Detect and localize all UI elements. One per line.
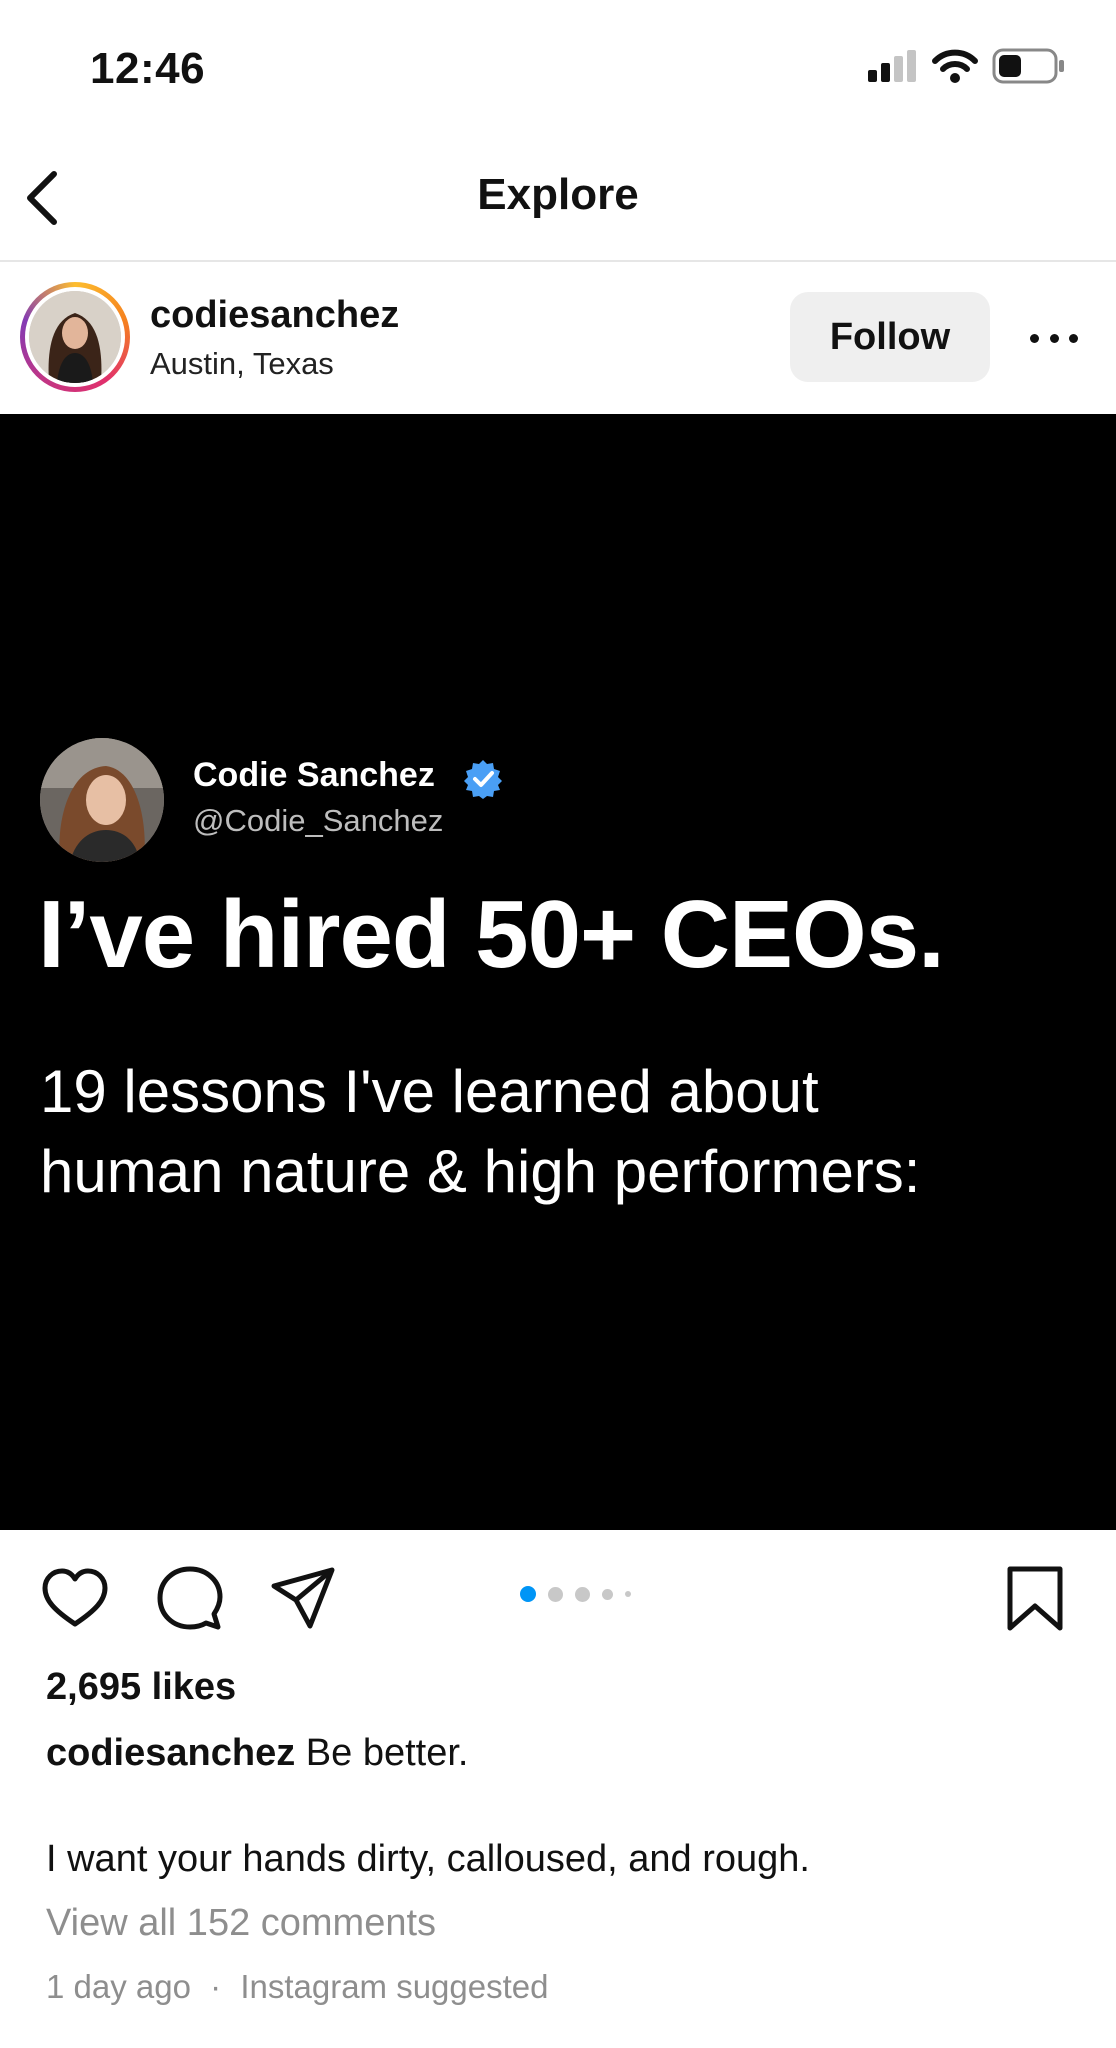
tweet-handle: @Codie_Sanchez xyxy=(193,803,444,838)
view-comments-link[interactable]: View all 152 comments xyxy=(46,1902,436,1945)
post-caption: codiesanchez Be better. xyxy=(46,1732,468,1775)
status-time: 12:46 xyxy=(90,44,206,93)
post-username[interactable]: codiesanchez xyxy=(150,294,399,337)
carousel-dot-active xyxy=(520,1586,536,1602)
wifi-icon xyxy=(932,49,978,83)
heart-icon[interactable] xyxy=(40,1564,110,1634)
carousel-indicator xyxy=(520,1586,631,1602)
page-title: Explore xyxy=(477,170,639,219)
post-meta: 1 day ago · Instagram suggested xyxy=(46,1968,549,2006)
media-subline-2: human nature & high performers: xyxy=(40,1138,921,1205)
battery-icon xyxy=(992,48,1064,84)
post-time: 1 day ago xyxy=(46,1968,191,2005)
bookmark-icon[interactable] xyxy=(1000,1564,1070,1634)
avatar xyxy=(29,291,121,383)
media-subline: 19 lessons I've learned about human natu… xyxy=(40,1052,1100,1212)
suggested-label: Instagram suggested xyxy=(240,1968,549,2005)
post-location[interactable]: Austin, Texas xyxy=(150,346,334,382)
tweet-author-name: Codie Sanchez xyxy=(193,756,435,794)
carousel-dot xyxy=(548,1586,563,1602)
comment-icon[interactable] xyxy=(155,1564,225,1634)
carousel-dot xyxy=(625,1591,631,1597)
more-horizontal-icon[interactable] xyxy=(1030,318,1078,358)
status-icons xyxy=(868,48,1066,84)
carousel-dot xyxy=(575,1586,590,1602)
media-headline: I’ve hired 50+ CEOs. xyxy=(38,881,945,988)
meta-separator: · xyxy=(210,1968,222,2005)
tweet-avatar xyxy=(40,738,164,862)
verified-badge-icon xyxy=(464,760,502,799)
caption-second-line: I want your hands dirty, calloused, and … xyxy=(46,1838,810,1880)
media-subline-1: 19 lessons I've learned about xyxy=(40,1058,819,1125)
avatar-story-ring[interactable] xyxy=(20,282,130,392)
cellular-signal-icon xyxy=(868,50,916,82)
follow-button[interactable]: Follow xyxy=(790,292,990,382)
likes-count[interactable]: 2,695 likes xyxy=(46,1666,236,1709)
share-icon[interactable] xyxy=(268,1564,338,1634)
carousel-dot xyxy=(602,1588,613,1600)
header-divider xyxy=(0,260,1116,262)
caption-username[interactable]: codiesanchez xyxy=(46,1732,295,1774)
caption-text: Be better. xyxy=(295,1732,469,1774)
